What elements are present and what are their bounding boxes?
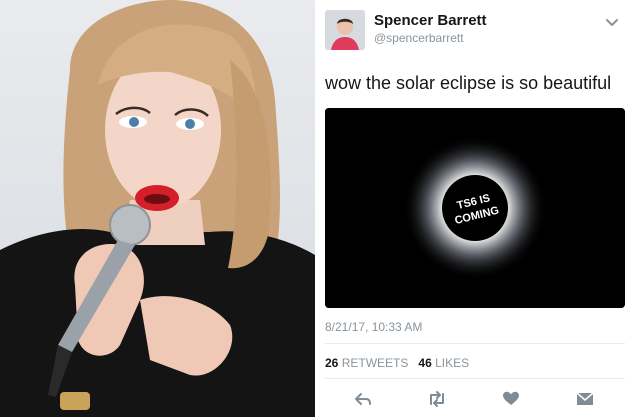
divider bbox=[325, 343, 625, 344]
likes-count: 46 bbox=[418, 356, 432, 370]
tweet-image-eclipse[interactable]: TS6 IS COMING bbox=[325, 108, 625, 308]
avatar[interactable] bbox=[325, 10, 365, 50]
display-name[interactable]: Spencer Barrett bbox=[374, 12, 487, 29]
retweets-stat[interactable]: 26 RETWEETS bbox=[325, 356, 408, 370]
envelope-icon[interactable] bbox=[571, 385, 599, 413]
reply-icon[interactable] bbox=[349, 385, 377, 413]
user-handle[interactable]: @spencerbarrett bbox=[374, 31, 464, 45]
tweet-text: wow the solar eclipse is so beautiful bbox=[325, 73, 612, 93]
retweets-label: RETWEETS bbox=[341, 356, 409, 370]
likes-label: LIKES bbox=[435, 356, 470, 370]
tweet-timestamp[interactable]: 8/21/17, 10:33 AM bbox=[325, 320, 422, 334]
tweet-card: Spencer Barrett @spencerbarrett wow the … bbox=[315, 0, 630, 417]
photo-singer-with-microphone bbox=[0, 0, 315, 417]
heart-icon[interactable] bbox=[497, 385, 525, 413]
chevron-down-icon[interactable] bbox=[604, 14, 620, 30]
tweet-actions bbox=[315, 385, 630, 413]
retweet-icon[interactable] bbox=[423, 385, 451, 413]
likes-stat[interactable]: 46 LIKES bbox=[418, 356, 469, 370]
retweets-count: 26 bbox=[325, 356, 339, 370]
divider bbox=[325, 378, 625, 379]
engagement-stats: 26 RETWEETS 46 LIKES bbox=[325, 356, 469, 370]
